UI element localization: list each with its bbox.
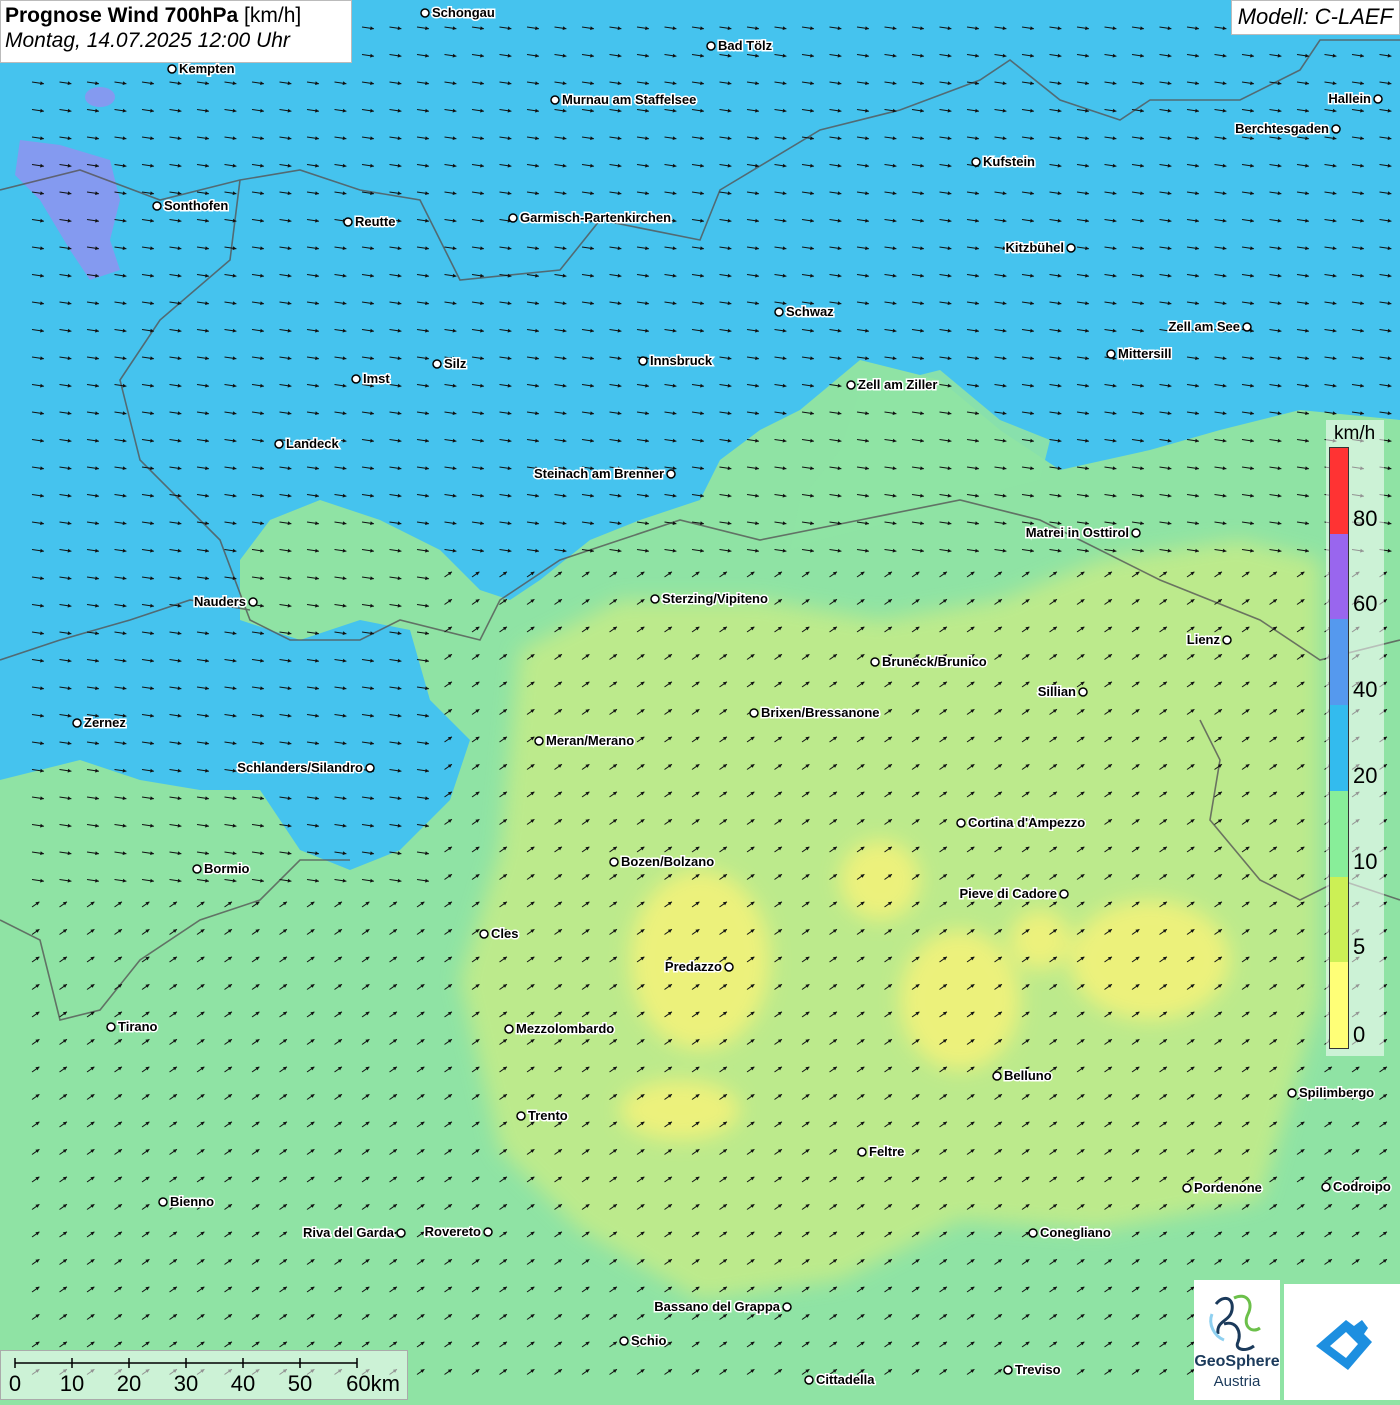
wind-map: SchongauBad TölzKemptenMurnau am Staffel… xyxy=(0,0,1400,1400)
